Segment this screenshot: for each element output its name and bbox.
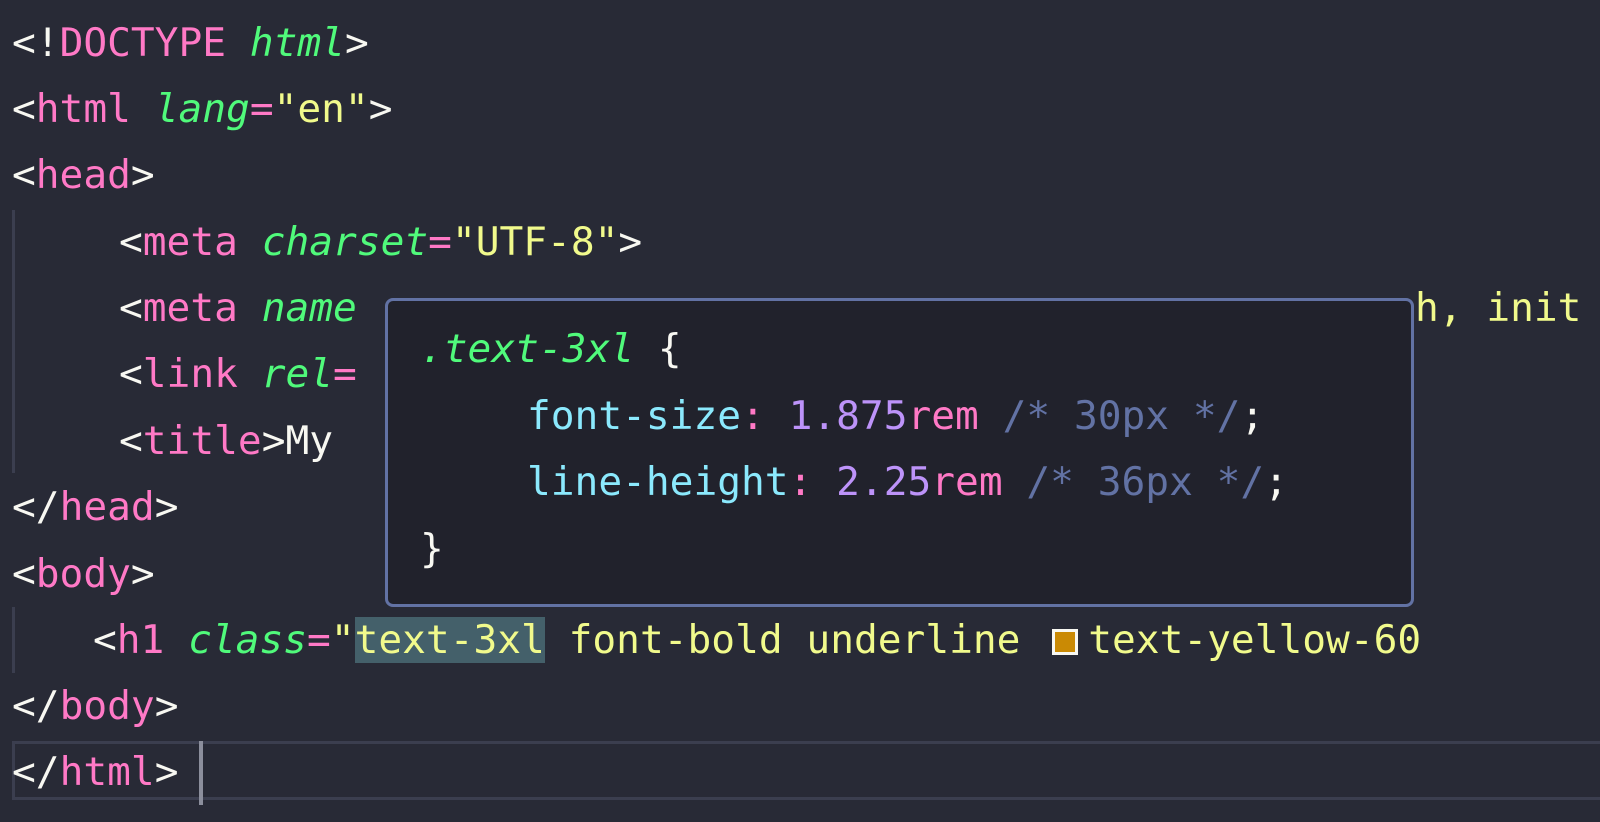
semicolon: ; bbox=[1240, 393, 1265, 439]
indent-guide-body bbox=[12, 607, 15, 673]
token: = bbox=[307, 617, 331, 663]
token-attr: lang bbox=[154, 86, 250, 132]
token-tag: meta bbox=[142, 219, 238, 265]
active-line-highlight bbox=[12, 741, 1600, 800]
token-tag: title bbox=[142, 418, 262, 464]
colon: : bbox=[788, 459, 813, 505]
token: > bbox=[154, 749, 179, 795]
css-comment: /* 30px */ bbox=[1002, 393, 1241, 439]
token-tag: head bbox=[59, 484, 155, 530]
token: </ bbox=[12, 683, 60, 729]
token-attr: rel bbox=[261, 351, 334, 397]
code-line-11[interactable]: </body> bbox=[12, 673, 178, 740]
token: < bbox=[12, 152, 36, 198]
token-tag: meta bbox=[142, 285, 238, 331]
token-string: " bbox=[330, 617, 355, 663]
code-line-4[interactable]: <meta charset="UTF-8"> bbox=[119, 209, 642, 276]
token: = bbox=[333, 351, 357, 397]
code-line-9[interactable]: <body> bbox=[12, 541, 155, 608]
token: < bbox=[12, 86, 36, 132]
token-string: "en" bbox=[273, 86, 369, 132]
code-line-2[interactable]: <html lang="en"> bbox=[12, 76, 393, 143]
code-editor[interactable]: <!DOCTYPE html> <html lang="en"> <head> … bbox=[0, 0, 1600, 822]
code-line-6[interactable]: <link rel= bbox=[119, 341, 357, 408]
code-line-3[interactable]: <head> bbox=[12, 142, 155, 209]
token: > bbox=[344, 20, 369, 66]
css-comment: /* 36px */ bbox=[1026, 459, 1265, 505]
hovered-class-token[interactable]: text-3xl bbox=[354, 617, 545, 663]
token: < bbox=[93, 617, 117, 663]
css-unit: rem bbox=[931, 459, 1003, 505]
close-brace: } bbox=[420, 526, 444, 572]
hover-line-font-size: font-size: 1.875rem /* 30px */; bbox=[527, 383, 1264, 449]
token: </ bbox=[12, 484, 60, 530]
code-line-5-tail: h, init bbox=[1415, 275, 1581, 342]
token-tag: html bbox=[59, 749, 155, 795]
token-text: My bbox=[285, 418, 334, 464]
token-tag: body bbox=[35, 551, 131, 597]
token: > bbox=[368, 86, 393, 132]
token: = bbox=[428, 219, 452, 265]
token: > bbox=[154, 683, 179, 729]
token: < bbox=[119, 351, 143, 397]
token-string: "UTF-8" bbox=[451, 219, 619, 265]
token: <! bbox=[12, 20, 60, 66]
token-string: h, init bbox=[1415, 285, 1582, 331]
code-line-7[interactable]: <title>My bbox=[119, 408, 333, 475]
token: > bbox=[618, 219, 643, 265]
css-selector: .text-3xl bbox=[420, 326, 635, 372]
token: > bbox=[130, 551, 155, 597]
token-string: text-yellow-60 bbox=[1088, 617, 1422, 663]
code-line-10[interactable]: <h1 class="text-3xl font-bold underline … bbox=[93, 607, 1421, 674]
hover-tooltip: .text-3xl { font-size: 1.875rem /* 30px … bbox=[385, 298, 1414, 607]
hover-line-close: } bbox=[420, 516, 444, 582]
text-cursor bbox=[199, 741, 203, 805]
css-unit: rem bbox=[907, 393, 979, 439]
token-keyword: DOCTYPE bbox=[59, 20, 227, 66]
token-tag: head bbox=[35, 152, 131, 198]
hover-line-line-height: line-height: 2.25rem /* 36px */; bbox=[527, 449, 1288, 515]
css-property: font-size bbox=[527, 393, 742, 439]
token-tag: h1 bbox=[116, 617, 165, 663]
token: > bbox=[154, 484, 179, 530]
hover-line-selector: .text-3xl { bbox=[420, 316, 682, 382]
code-line-5[interactable]: <meta name bbox=[119, 275, 357, 342]
token-tag: body bbox=[59, 683, 155, 729]
token: </ bbox=[12, 749, 60, 795]
token: > bbox=[261, 418, 286, 464]
token: < bbox=[119, 219, 143, 265]
color-swatch-icon[interactable] bbox=[1052, 629, 1079, 655]
token-tag: link bbox=[142, 351, 238, 397]
token-attr: class bbox=[188, 617, 308, 663]
token: < bbox=[119, 285, 143, 331]
token-string: font-bold underline bbox=[544, 617, 1021, 663]
token: = bbox=[249, 86, 274, 132]
token: < bbox=[12, 551, 36, 597]
indent-guide-head bbox=[12, 210, 15, 473]
token-tag: html bbox=[35, 86, 131, 132]
code-line-12[interactable]: </html> bbox=[12, 739, 178, 806]
code-line-8[interactable]: </head> bbox=[12, 474, 178, 541]
semicolon: ; bbox=[1264, 459, 1288, 505]
token: < bbox=[119, 418, 143, 464]
css-number: 1.875 bbox=[788, 393, 908, 439]
open-brace: { bbox=[657, 326, 682, 372]
css-number: 2.25 bbox=[836, 459, 932, 505]
colon: : bbox=[741, 393, 765, 439]
token: > bbox=[130, 152, 155, 198]
token-attr: charset bbox=[261, 219, 429, 265]
token-attr: html bbox=[249, 20, 345, 66]
code-line-1[interactable]: <!DOCTYPE html> bbox=[12, 10, 369, 77]
css-property: line-height bbox=[527, 459, 789, 505]
token-attr: name bbox=[261, 285, 357, 331]
